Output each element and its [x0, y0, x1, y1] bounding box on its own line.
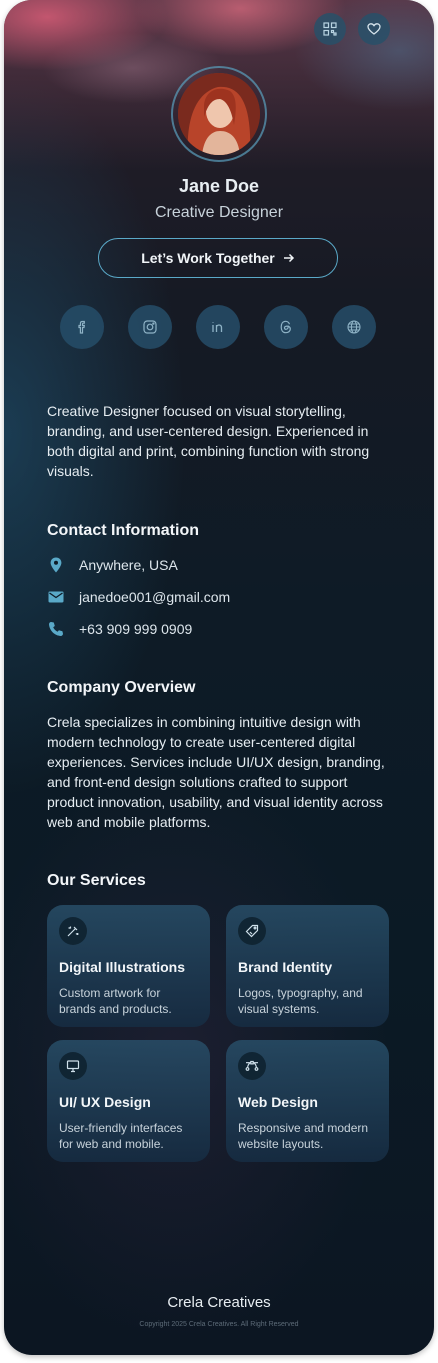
contact-phone[interactable]: +63 909 999 0909 [47, 620, 192, 638]
service-title: UI/ UX Design [59, 1094, 151, 1110]
profile-title: Creative Designer [154, 204, 284, 221]
bio-text: Creative Designer focused on visual stor… [47, 403, 370, 479]
service-title: Web Design [238, 1094, 318, 1110]
phone-text: +63 909 999 0909 [79, 621, 193, 637]
footer-brand: Crela Creatives [167, 1294, 271, 1311]
heart-icon [367, 23, 381, 35]
service-description: Logos, typography, and visual systems. [238, 986, 363, 1016]
qr-code-button[interactable] [314, 13, 346, 45]
profile-name: Jane Doe [178, 176, 260, 196]
profile-card: Jane Doe Creative Designer Let’s Work To… [4, 0, 434, 1355]
company-heading: Company Overview [47, 679, 196, 696]
service-title: Digital Illustrations [59, 959, 186, 975]
work-together-label: Let’s Work Together [141, 250, 275, 266]
service-description: Custom artwork for brands and products. [59, 986, 172, 1016]
work-together-button[interactable]: Let’s Work Together [98, 238, 338, 278]
service-card-web-design[interactable]: Web Design Responsive and modern website… [226, 1040, 389, 1162]
monitor-icon [66, 1060, 80, 1073]
company-overview-text: Crela specializes in combining intuitive… [47, 714, 385, 830]
threads-link[interactable] [264, 305, 308, 349]
service-icon-wrap [59, 917, 87, 945]
favorite-button[interactable] [358, 13, 390, 45]
mail-icon [48, 591, 64, 603]
qr-code-icon [323, 22, 337, 36]
avatar-portrait-image [178, 73, 260, 155]
contact-heading: Contact Information [47, 522, 199, 539]
location-icon [50, 557, 62, 573]
avatar [178, 73, 260, 155]
services-heading: Our Services [47, 872, 146, 889]
social-links [60, 305, 376, 349]
arrow-right-icon [283, 253, 294, 263]
instagram-icon [143, 320, 157, 334]
pen-tool-icon [67, 926, 79, 937]
tag-icon [245, 924, 259, 938]
facebook-link[interactable] [60, 305, 104, 349]
instagram-link[interactable] [128, 305, 172, 349]
phone-icon [49, 622, 63, 636]
email-text: janedoe001@gmail.com [79, 589, 231, 605]
website-link[interactable] [332, 305, 376, 349]
globe-icon [347, 320, 361, 334]
bezier-icon [245, 1060, 259, 1071]
contact-location: Anywhere, USA [47, 556, 178, 574]
footer-copyright: Copyright 2025 Crela Creatives. All Righ… [139, 1321, 299, 1328]
facebook-icon [78, 320, 85, 334]
contact-email[interactable]: janedoe001@gmail.com [47, 588, 230, 606]
service-icon-wrap [59, 1052, 87, 1080]
threads-icon [280, 320, 291, 334]
avatar-frame [171, 66, 267, 162]
linkedin-link[interactable] [196, 305, 240, 349]
service-description: Responsive and modern website layouts. [238, 1121, 369, 1151]
service-icon-wrap [238, 1052, 266, 1080]
service-icon-wrap [238, 917, 266, 945]
location-text: Anywhere, USA [79, 557, 178, 573]
service-title: Brand Identity [238, 959, 333, 975]
service-card-brand-identity[interactable]: Brand Identity Logos, typography, and vi… [226, 905, 389, 1027]
service-description: User-friendly interfaces for web and mob… [59, 1121, 183, 1151]
service-card-digital-illustrations[interactable]: Digital Illustrations Custom artwork for… [47, 905, 210, 1027]
linkedin-icon [212, 322, 223, 332]
service-card-ui-ux-design[interactable]: UI/ UX Design User-friendly interfaces f… [47, 1040, 210, 1162]
